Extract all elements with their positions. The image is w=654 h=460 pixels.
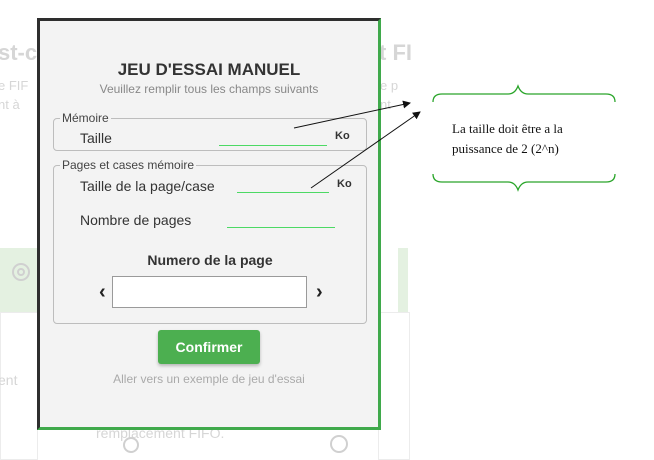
modal-title: JEU D'ESSAI MANUEL [117,60,301,79]
gear-icon [12,263,30,281]
example-test-link[interactable]: Aller vers un exemple de jeu d'essai [40,372,378,386]
background-fragment: ent [0,372,18,388]
page-count-input[interactable] [227,213,335,228]
background-fragment: nt [380,97,391,112]
manual-test-modal: JEU D'ESSAI MANUEL Veuillez remplir tous… [37,18,381,430]
background-card [378,312,410,460]
memory-unit-label: Ko [335,130,350,142]
annotation-text: La taille doit être a la puissance de 2 … [452,121,563,156]
page-size-unit-label: Ko [337,178,352,190]
background-card-header [398,248,408,312]
background-fragment: e p [380,78,399,93]
gear-icon [123,437,139,453]
memory-legend: Mémoire [62,111,109,125]
confirm-button[interactable]: Confirmer [158,330,260,364]
modal-subtitle: Veuillez remplir tous les champs suivant… [99,82,319,96]
next-page-button[interactable]: › [316,282,323,302]
background-fragment: e FIF [0,78,29,93]
pages-legend: Pages et cases mémoire [62,158,195,172]
background-fragment: nt à [0,97,20,112]
page-number-title: Numero de la page [147,252,273,268]
page-count-label: Nombre de pages [80,212,192,228]
page-number-input[interactable] [112,276,307,308]
gear-icon [330,435,348,453]
background-fragment: st-c [0,40,38,65]
memory-size-label: Taille [80,130,112,146]
previous-page-button[interactable]: ‹ [99,282,106,302]
memory-size-input[interactable] [219,131,327,146]
page-size-label: Taille de la page/case [80,178,215,194]
background-fragment: t FI [379,40,412,65]
page-size-input[interactable] [237,178,329,193]
